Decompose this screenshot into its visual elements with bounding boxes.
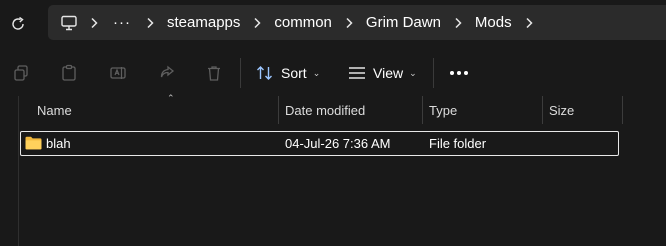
chevron-down-icon: ⌄: [312, 67, 321, 78]
breadcrumb-common[interactable]: common: [272, 14, 334, 31]
view-label: View: [373, 65, 404, 81]
more-options-button[interactable]: [447, 58, 471, 88]
column-divider[interactable]: [622, 96, 623, 124]
column-header-date-modified[interactable]: Date modified: [285, 96, 423, 124]
chevron-right-icon[interactable]: [242, 13, 272, 33]
file-date-modified: 04-Jul-26 7:36 AM: [285, 136, 391, 151]
column-header-type[interactable]: Type: [429, 96, 541, 124]
file-row[interactable]: blah 04-Jul-26 7:36 AM File folder: [20, 131, 619, 156]
chevron-right-icon[interactable]: [514, 13, 544, 33]
more-icon: [450, 71, 468, 75]
address-bar[interactable]: ··· steamapps common Grim Dawn Mods: [48, 5, 666, 40]
column-header-row: ⌃ Name Date modified Type Size: [19, 93, 666, 124]
toolbar-separator: [240, 58, 241, 88]
file-type: File folder: [429, 136, 487, 151]
breadcrumb-overflow[interactable]: ···: [109, 14, 135, 31]
chevron-right-icon[interactable]: [135, 13, 165, 33]
breadcrumb-mods[interactable]: Mods: [473, 14, 514, 31]
command-bar: Sort ⌄ View ⌄: [0, 50, 666, 96]
sort-icon: [257, 66, 272, 80]
column-divider[interactable]: [542, 96, 543, 124]
chevron-right-icon[interactable]: [443, 13, 473, 33]
view-icon: [349, 67, 365, 79]
file-name: blah: [46, 136, 71, 151]
column-divider[interactable]: [278, 96, 279, 124]
column-divider[interactable]: [422, 96, 423, 124]
chevron-right-icon[interactable]: [79, 13, 109, 33]
delete-icon[interactable]: [203, 62, 225, 84]
copy-icon[interactable]: [10, 62, 32, 84]
toolbar-separator: [433, 58, 434, 88]
share-icon[interactable]: [156, 62, 178, 84]
folder-icon: [25, 136, 42, 150]
chevron-right-icon[interactable]: [334, 13, 364, 33]
refresh-icon: [12, 16, 24, 30]
paste-icon[interactable]: [58, 62, 80, 84]
this-pc-icon[interactable]: [59, 13, 79, 33]
file-explorer-window: ··· steamapps common Grim Dawn Mods Sort…: [0, 0, 666, 246]
view-button[interactable]: View ⌄: [348, 58, 417, 88]
column-header-name[interactable]: Name: [37, 96, 277, 124]
rename-icon[interactable]: [107, 62, 129, 84]
column-header-size[interactable]: Size: [549, 96, 619, 124]
sort-button[interactable]: Sort ⌄: [256, 58, 320, 88]
chevron-down-icon: ⌄: [409, 67, 417, 78]
refresh-button[interactable]: [6, 12, 30, 36]
breadcrumb-grim-dawn[interactable]: Grim Dawn: [364, 14, 443, 31]
breadcrumb-steamapps[interactable]: steamapps: [165, 14, 242, 31]
sort-label: Sort: [281, 65, 307, 81]
